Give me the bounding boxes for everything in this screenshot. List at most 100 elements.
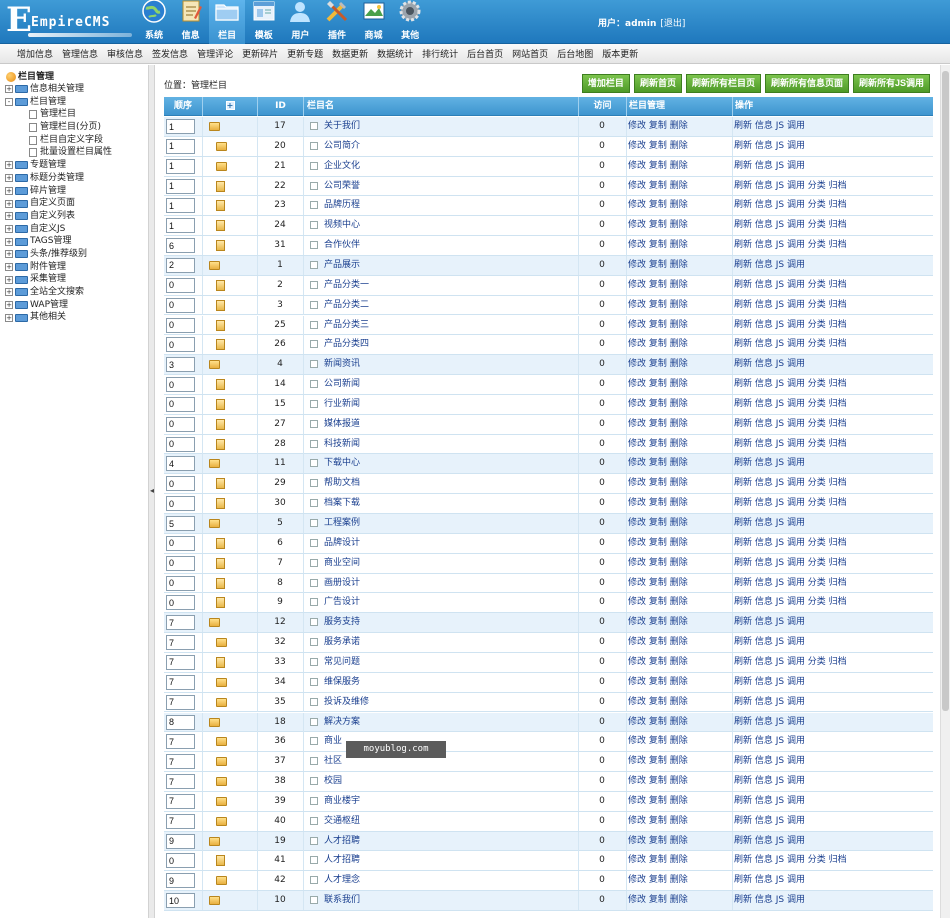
quick-nav-link[interactable]: 管理评论 [197, 47, 233, 60]
column-name-link[interactable]: 工程案例 [324, 514, 360, 533]
select-checkbox[interactable] [310, 499, 318, 508]
manage-links[interactable]: 修改 复制 删除 [628, 713, 688, 732]
end-column-icon[interactable] [216, 438, 225, 450]
column-name-link[interactable]: 联系我们 [324, 891, 360, 910]
operation-links[interactable]: 刷新 信息 JS 调用 [734, 752, 805, 771]
order-input[interactable] [166, 853, 195, 869]
manage-links[interactable]: 修改 复制 删除 [628, 196, 688, 215]
order-input[interactable] [166, 238, 195, 254]
end-column-icon[interactable] [216, 498, 225, 510]
parent-folder-icon[interactable] [209, 360, 220, 370]
column-name-link[interactable]: 公司简介 [324, 137, 360, 156]
select-checkbox[interactable] [310, 657, 318, 666]
column-name-link[interactable]: 档案下载 [324, 494, 360, 513]
parent-folder-icon[interactable] [216, 677, 227, 687]
operation-links[interactable]: 刷新 信息 JS 调用 分类 归档 [734, 574, 847, 593]
operation-links[interactable]: 刷新 信息 JS 调用 分类 归档 [734, 851, 847, 870]
select-checkbox[interactable] [310, 618, 318, 627]
select-checkbox[interactable] [310, 558, 318, 567]
topnav-shop[interactable]: 商城 [356, 0, 392, 44]
end-column-icon[interactable] [216, 180, 225, 192]
parent-folder-icon[interactable] [209, 618, 220, 628]
order-input[interactable] [166, 893, 195, 909]
select-checkbox[interactable] [310, 181, 318, 190]
order-input[interactable] [166, 198, 195, 214]
parent-folder-icon[interactable] [216, 161, 227, 171]
manage-links[interactable]: 修改 复制 删除 [628, 613, 688, 632]
manage-links[interactable]: 修改 复制 删除 [628, 375, 688, 394]
select-checkbox[interactable] [310, 796, 318, 805]
column-name-link[interactable]: 公司荣誉 [324, 177, 360, 196]
order-input[interactable] [166, 158, 195, 174]
operation-links[interactable]: 刷新 信息 JS 调用 [734, 613, 805, 632]
parent-folder-icon[interactable] [216, 796, 227, 806]
operation-links[interactable]: 刷新 信息 JS 调用 [734, 693, 805, 712]
quick-nav-link[interactable]: 更新碎片 [242, 47, 278, 60]
select-checkbox[interactable] [310, 757, 318, 766]
end-column-icon[interactable] [216, 279, 225, 291]
tree-item[interactable]: + 自定义JS [0, 223, 148, 236]
column-name-link[interactable]: 交通枢纽 [324, 812, 360, 831]
operation-links[interactable]: 刷新 信息 JS 调用 [734, 117, 805, 136]
order-input[interactable] [166, 416, 195, 432]
parent-folder-icon[interactable] [209, 260, 220, 270]
end-column-icon[interactable] [216, 597, 225, 609]
column-name-link[interactable]: 媒体报道 [324, 415, 360, 434]
order-input[interactable] [166, 337, 195, 353]
column-name-link[interactable]: 产品展示 [324, 256, 360, 275]
manage-links[interactable]: 修改 复制 删除 [628, 514, 688, 533]
operation-links[interactable]: 刷新 信息 JS 调用 分类 归档 [734, 375, 847, 394]
order-input[interactable] [166, 218, 195, 234]
column-name-link[interactable]: 常见问题 [324, 653, 360, 672]
tree-item[interactable]: + 信息相关管理 [0, 83, 148, 96]
operation-links[interactable]: 刷新 信息 JS 调用 分类 归档 [734, 554, 847, 573]
order-input[interactable] [166, 138, 195, 154]
order-input[interactable] [166, 297, 195, 313]
order-input[interactable] [166, 317, 195, 333]
order-input[interactable] [166, 119, 195, 134]
order-input[interactable] [166, 456, 195, 472]
column-name-link[interactable]: 人才招聘 [324, 851, 360, 870]
tree-item[interactable]: + 自定义列表 [0, 210, 148, 223]
manage-links[interactable]: 修改 复制 删除 [628, 276, 688, 295]
operation-links[interactable]: 刷新 信息 JS 调用 分类 归档 [734, 534, 847, 553]
topnav-tools[interactable]: 插件 [319, 0, 355, 44]
topnav-template-window[interactable]: 模板 [246, 0, 282, 44]
select-checkbox[interactable] [310, 300, 318, 309]
tree-item[interactable]: + 标题分类管理 [0, 172, 148, 185]
end-column-icon[interactable] [216, 855, 225, 867]
logout-link[interactable]: [退出] [660, 19, 685, 29]
expand-icon[interactable]: + [5, 186, 13, 195]
manage-links[interactable]: 修改 复制 删除 [628, 673, 688, 692]
action-button[interactable]: 刷新所有信息页面 [764, 74, 849, 93]
parent-folder-icon[interactable] [216, 737, 227, 747]
expand-icon[interactable]: + [5, 224, 13, 233]
end-column-icon[interactable] [216, 299, 225, 311]
column-name-link[interactable]: 社区 [324, 752, 342, 771]
expand-icon[interactable]: + [5, 275, 13, 284]
collapse-icon[interactable]: - [5, 98, 13, 107]
parent-folder-icon[interactable] [216, 638, 227, 648]
order-input[interactable] [166, 595, 195, 611]
end-column-icon[interactable] [216, 339, 225, 351]
quick-nav-link[interactable]: 排行统计 [422, 47, 458, 60]
tree-item[interactable]: + 专题管理 [0, 159, 148, 172]
order-input[interactable] [166, 833, 195, 849]
select-checkbox[interactable] [310, 161, 318, 170]
end-column-icon[interactable] [216, 240, 225, 252]
manage-links[interactable]: 修改 复制 删除 [628, 494, 688, 513]
column-name-link[interactable]: 产品分类四 [324, 335, 369, 354]
expand-icon[interactable]: + [5, 161, 13, 170]
operation-links[interactable]: 刷新 信息 JS 调用 [734, 514, 805, 533]
column-name-link[interactable]: 品牌历程 [324, 196, 360, 215]
manage-links[interactable]: 修改 复制 删除 [628, 216, 688, 235]
operation-links[interactable]: 刷新 信息 JS 调用 [734, 732, 805, 751]
tree-item[interactable]: + WAP管理 [0, 299, 148, 312]
manage-links[interactable]: 修改 复制 删除 [628, 593, 688, 612]
order-input[interactable] [166, 555, 195, 571]
manage-links[interactable]: 修改 复制 删除 [628, 157, 688, 176]
order-input[interactable] [166, 396, 195, 412]
manage-links[interactable]: 修改 复制 删除 [628, 633, 688, 652]
quick-nav-link[interactable]: 后台地图 [557, 47, 593, 60]
select-checkbox[interactable] [310, 737, 318, 746]
